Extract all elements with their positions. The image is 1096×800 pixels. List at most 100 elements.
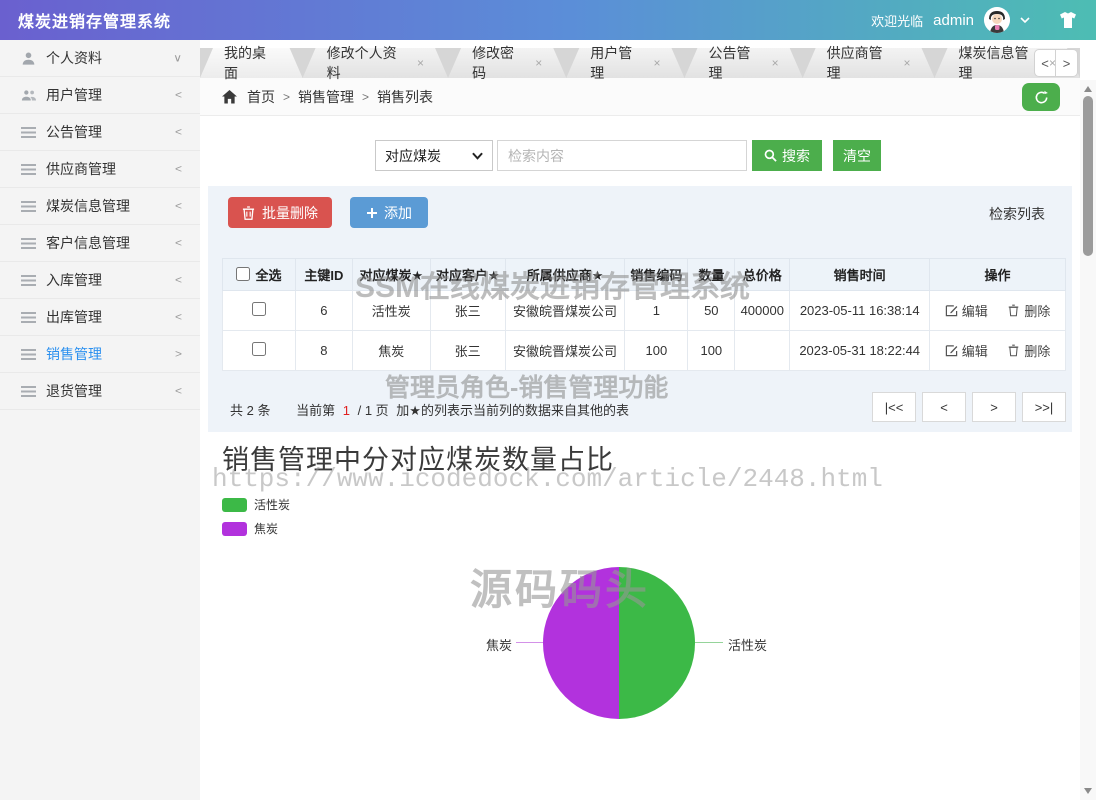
legend-swatch-green bbox=[222, 498, 247, 512]
sidebar-item-coal-info[interactable]: 煤炭信息管理 < bbox=[0, 188, 200, 225]
list-icon bbox=[20, 125, 37, 139]
user-icon bbox=[20, 51, 37, 65]
pagination-buttons: |<< < > >>| bbox=[872, 392, 1066, 422]
row-checkbox[interactable] bbox=[252, 342, 266, 356]
cell-time: 2023-05-31 18:22:44 bbox=[790, 331, 930, 371]
sidebar-item-customers[interactable]: 客户信息管理 < bbox=[0, 225, 200, 262]
cell-customer: 张三 bbox=[430, 331, 505, 371]
sidebar-item-suppliers[interactable]: 供应商管理 < bbox=[0, 151, 200, 188]
list-panel: 批量删除 添加 检索列表 全选 主键ID 对应煤炭★ bbox=[208, 186, 1072, 432]
tab-announcements[interactable]: 公告管理× bbox=[684, 48, 802, 78]
close-icon[interactable]: × bbox=[417, 56, 424, 70]
select-all-checkbox[interactable] bbox=[236, 267, 250, 281]
close-icon[interactable]: × bbox=[772, 56, 779, 70]
tab-bar: 我的桌面 修改个人资料× 修改密码× 用户管理× 公告管理× 供应商管理× 煤炭… bbox=[200, 48, 1080, 78]
sidebar-item-announcements[interactable]: 公告管理 < bbox=[0, 114, 200, 151]
column-header: 对应煤炭★ bbox=[352, 259, 430, 291]
cell-qty: 50 bbox=[688, 291, 735, 331]
sidebar-item-label: 入库管理 bbox=[46, 270, 175, 290]
tab-edit-profile[interactable]: 修改个人资料× bbox=[303, 48, 448, 78]
filter-select[interactable]: 对应煤炭 bbox=[375, 140, 493, 171]
close-icon[interactable]: × bbox=[653, 56, 660, 70]
last-page-button[interactable]: >>| bbox=[1022, 392, 1066, 422]
prev-page-button[interactable]: < bbox=[922, 392, 966, 422]
scroll-up-icon[interactable] bbox=[1080, 82, 1096, 96]
avatar[interactable] bbox=[984, 7, 1010, 33]
close-icon[interactable]: × bbox=[1049, 56, 1056, 70]
tab-suppliers[interactable]: 供应商管理× bbox=[803, 48, 935, 78]
total-count: 共 2 条 bbox=[230, 403, 270, 418]
delete-button[interactable]: 删除 bbox=[1007, 341, 1050, 360]
delete-button[interactable]: 删除 bbox=[1007, 301, 1050, 320]
close-icon[interactable]: × bbox=[535, 56, 542, 70]
list-icon bbox=[20, 384, 37, 398]
column-header: 全选 bbox=[255, 265, 281, 284]
app-title: 煤炭进销存管理系统 bbox=[18, 8, 171, 32]
cell-total: 400000 bbox=[735, 291, 790, 331]
trash-icon bbox=[1007, 344, 1020, 357]
select-chevron-icon bbox=[472, 152, 483, 160]
row-checkbox[interactable] bbox=[252, 302, 266, 316]
clear-button[interactable]: 清空 bbox=[833, 140, 881, 171]
refresh-icon bbox=[1034, 90, 1049, 105]
add-button[interactable]: 添加 bbox=[350, 197, 428, 228]
edit-button[interactable]: 编辑 bbox=[945, 341, 988, 360]
sidebar-item-profile[interactable]: 个人资料 ∨ bbox=[0, 40, 200, 77]
close-icon[interactable]: × bbox=[904, 56, 911, 70]
tab-scroll-right-button[interactable]: > bbox=[1056, 49, 1078, 77]
breadcrumb-sales[interactable]: 销售管理 bbox=[298, 87, 354, 107]
sidebar-item-label: 客户信息管理 bbox=[46, 233, 175, 253]
cell-id: 8 bbox=[295, 331, 352, 371]
batch-delete-button[interactable]: 批量删除 bbox=[228, 197, 332, 228]
list-icon bbox=[20, 310, 37, 324]
column-header: 销售编码 bbox=[625, 259, 688, 291]
list-icon bbox=[20, 273, 37, 287]
list-icon bbox=[20, 236, 37, 250]
sidebar-item-label: 用户管理 bbox=[46, 85, 175, 105]
tab-pager: < > bbox=[1034, 49, 1078, 77]
tab-my-desktop[interactable]: 我的桌面 bbox=[200, 48, 303, 78]
column-header: 对应客户★ bbox=[430, 259, 505, 291]
app-window: 煤炭进销存管理系统 欢迎光临 admin bbox=[0, 0, 1096, 800]
edit-button[interactable]: 编辑 bbox=[945, 301, 988, 320]
tab-change-password[interactable]: 修改密码× bbox=[448, 48, 566, 78]
column-header: 主键ID bbox=[295, 259, 352, 291]
current-page-number: 1 bbox=[343, 403, 350, 418]
sidebar-item-returns[interactable]: 退货管理 < bbox=[0, 373, 200, 410]
sales-table: 全选 主键ID 对应煤炭★ 对应客户★ 所属供应商★ 销售编码 数量 总价格 销… bbox=[222, 258, 1066, 371]
legend-item-active-carbon[interactable]: 活性炭 bbox=[222, 496, 290, 513]
username[interactable]: admin bbox=[933, 12, 974, 29]
top-header: 煤炭进销存管理系统 欢迎光临 admin bbox=[0, 0, 1096, 40]
sidebar-item-inbound[interactable]: 入库管理 < bbox=[0, 262, 200, 299]
sidebar-item-sales[interactable]: 销售管理 > bbox=[0, 336, 200, 373]
user-menu-chevron-icon[interactable] bbox=[1020, 15, 1030, 25]
first-page-button[interactable]: |<< bbox=[872, 392, 916, 422]
tab-user-management[interactable]: 用户管理× bbox=[566, 48, 684, 78]
main-content: 我的桌面 修改个人资料× 修改密码× 用户管理× 公告管理× 供应商管理× 煤炭… bbox=[200, 40, 1080, 800]
breadcrumb-separator: > bbox=[283, 90, 290, 104]
chevron-collapsed-icon: < bbox=[175, 237, 182, 250]
scroll-down-icon[interactable] bbox=[1080, 784, 1096, 798]
pie-chart bbox=[543, 567, 695, 719]
cell-total bbox=[735, 331, 790, 371]
chevron-collapsed-icon: < bbox=[175, 385, 182, 398]
edit-icon bbox=[945, 344, 958, 357]
search-button[interactable]: 搜索 bbox=[752, 140, 822, 171]
chevron-collapsed-icon: < bbox=[175, 126, 182, 139]
current-page-label: 当前第 bbox=[296, 403, 335, 418]
theme-tshirt-icon[interactable] bbox=[1058, 11, 1078, 29]
cell-id: 6 bbox=[295, 291, 352, 331]
breadcrumb-home[interactable]: 首页 bbox=[247, 87, 275, 107]
cell-customer: 张三 bbox=[430, 291, 505, 331]
vertical-scrollbar bbox=[1080, 80, 1096, 800]
search-input[interactable] bbox=[497, 140, 747, 171]
legend-item-coke[interactable]: 焦炭 bbox=[222, 520, 278, 537]
scrollbar-thumb[interactable] bbox=[1083, 96, 1093, 256]
star-note: 加★的列表示当前列的数据来自其他的表 bbox=[396, 403, 629, 418]
sidebar-item-users[interactable]: 用户管理 < bbox=[0, 77, 200, 114]
chevron-down-icon: ∨ bbox=[173, 52, 182, 65]
refresh-button[interactable] bbox=[1022, 83, 1060, 111]
sidebar-item-outbound[interactable]: 出库管理 < bbox=[0, 299, 200, 336]
cell-supplier: 安徽皖晋煤炭公司 bbox=[505, 291, 625, 331]
next-page-button[interactable]: > bbox=[972, 392, 1016, 422]
